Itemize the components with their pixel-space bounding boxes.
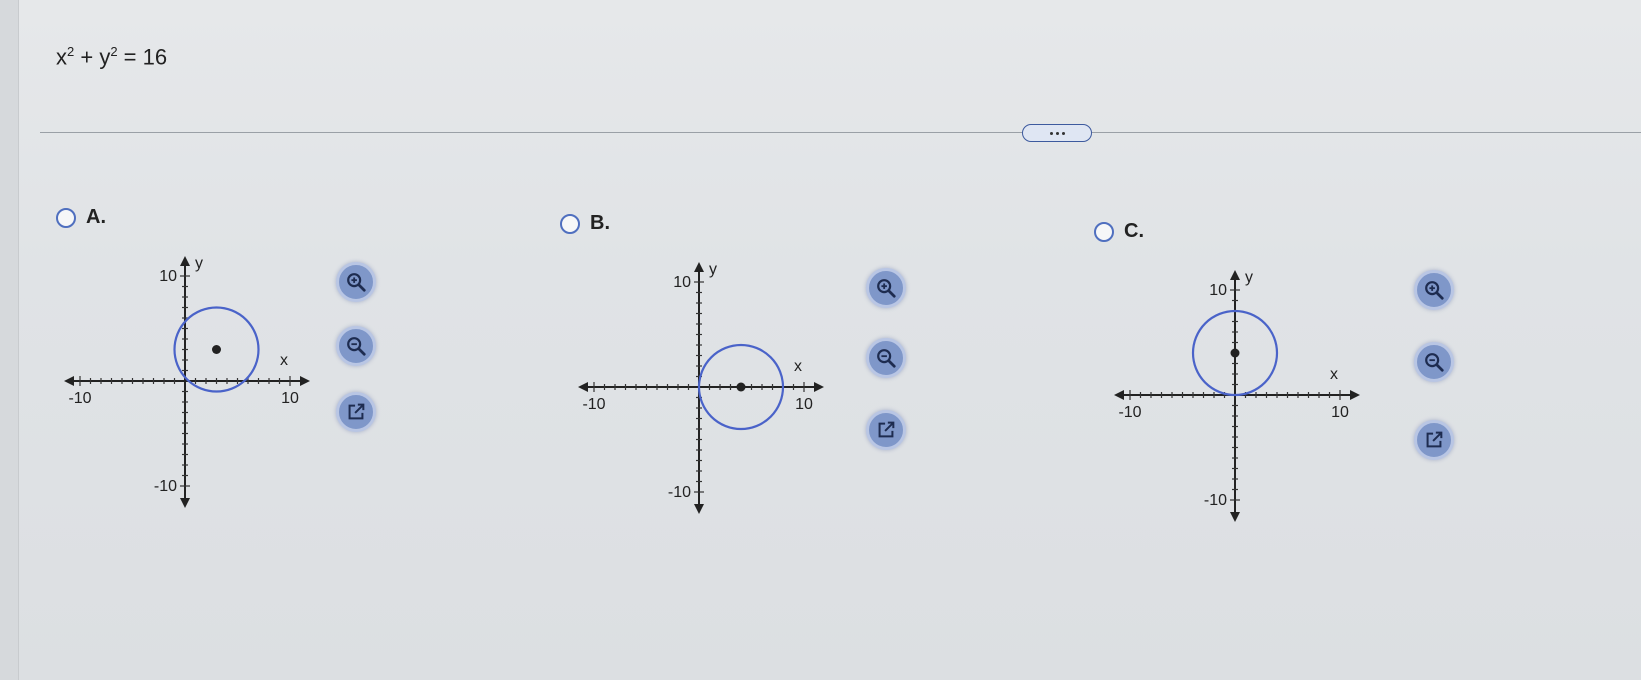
y-min-label: -10 xyxy=(1204,492,1227,509)
y-axis-label: y xyxy=(195,255,203,272)
eq-y-exponent: 2 xyxy=(110,44,118,59)
external-link-icon xyxy=(878,421,895,438)
zoom-out-icon xyxy=(1425,353,1444,372)
x-axis-label: x xyxy=(1330,366,1338,383)
option-b-radio[interactable] xyxy=(560,213,580,234)
x-min-label: -10 xyxy=(68,390,91,407)
circle-center-point xyxy=(212,345,221,354)
option-a-zoom-in-button[interactable] xyxy=(336,262,376,302)
section-divider xyxy=(40,132,1641,133)
x-axis-arrow-right xyxy=(1350,390,1360,400)
option-a-label: A. xyxy=(86,206,106,228)
option-c-radio[interactable] xyxy=(1094,221,1114,242)
zoom-in-icon xyxy=(347,273,366,292)
option-a[interactable]: A. xyxy=(56,206,106,229)
graph-svg: -10 10 10 -10 y x xyxy=(64,255,310,508)
circle-center-point xyxy=(736,382,746,392)
option-c-popout-button[interactable] xyxy=(1414,420,1454,460)
eq-x: x xyxy=(56,44,67,70)
y-max-label: 10 xyxy=(159,268,177,285)
x-axis-arrow-left xyxy=(64,376,74,386)
y-axis-label: y xyxy=(1245,269,1253,286)
y-axis-arrow-down xyxy=(180,498,190,508)
x-max-label: 10 xyxy=(281,390,299,407)
eq-y: y xyxy=(99,44,111,70)
option-c-zoom-out-button[interactable] xyxy=(1414,342,1454,382)
graph-svg: -10 10 10 -10 y x xyxy=(578,261,824,514)
x-min-label: -10 xyxy=(582,396,605,413)
y-axis-arrow-up xyxy=(1230,270,1240,280)
eq-plus: + xyxy=(74,44,100,70)
x-min-label: -10 xyxy=(1118,404,1141,421)
y-axis-label: y xyxy=(709,261,717,278)
option-a-popout-button[interactable] xyxy=(336,392,376,432)
eq-rhs: = 16 xyxy=(117,44,168,70)
y-min-label: -10 xyxy=(668,484,691,501)
option-b[interactable]: B. xyxy=(560,212,610,235)
x-axis-label: x xyxy=(280,352,288,369)
option-c-zoom-in-button[interactable] xyxy=(1414,270,1454,310)
y-max-label: 10 xyxy=(1209,282,1227,299)
zoom-in-icon xyxy=(1425,281,1444,300)
y-axis-arrow-down xyxy=(1230,512,1240,522)
x-axis-arrow-right xyxy=(300,376,310,386)
graph-svg: -10 10 10 -10 y x xyxy=(1114,269,1360,522)
zoom-in-icon xyxy=(877,279,896,298)
x-max-label: 10 xyxy=(795,396,813,413)
external-link-icon xyxy=(1426,431,1443,448)
option-c[interactable]: C. xyxy=(1094,220,1144,243)
zoom-out-icon xyxy=(877,349,896,368)
y-min-label: -10 xyxy=(154,478,177,495)
y-axis-arrow-down xyxy=(694,504,704,514)
option-a-zoom-out-button[interactable] xyxy=(336,326,376,366)
x-axis-label: x xyxy=(794,358,802,375)
x-axis-arrow-left xyxy=(1114,390,1124,400)
y-max-label: 10 xyxy=(673,274,691,291)
external-link-icon xyxy=(348,403,365,420)
option-b-label: B. xyxy=(590,212,610,234)
graph-option-b: -10 10 10 -10 y x xyxy=(574,261,824,517)
option-c-label: C. xyxy=(1124,220,1144,242)
y-axis-arrow-up xyxy=(694,262,704,272)
option-b-popout-button[interactable] xyxy=(866,410,906,450)
option-b-zoom-out-button[interactable] xyxy=(866,338,906,378)
graph-option-c: -10 10 10 -10 y x xyxy=(1110,269,1360,525)
x-max-label: 10 xyxy=(1331,404,1349,421)
y-axis-arrow-up xyxy=(180,256,190,266)
left-edge xyxy=(0,0,19,680)
circle-center-point xyxy=(1230,348,1240,358)
x-axis-arrow-right xyxy=(814,382,824,392)
zoom-out-icon xyxy=(347,337,366,356)
graph-option-a: -10 10 10 -10 y x xyxy=(60,255,310,511)
x-axis-arrow-left xyxy=(578,382,588,392)
option-a-radio[interactable] xyxy=(56,207,76,228)
more-options-button[interactable] xyxy=(1022,124,1092,142)
option-b-zoom-in-button[interactable] xyxy=(866,268,906,308)
question-equation: x2 + y2 = 16 xyxy=(56,44,167,70)
